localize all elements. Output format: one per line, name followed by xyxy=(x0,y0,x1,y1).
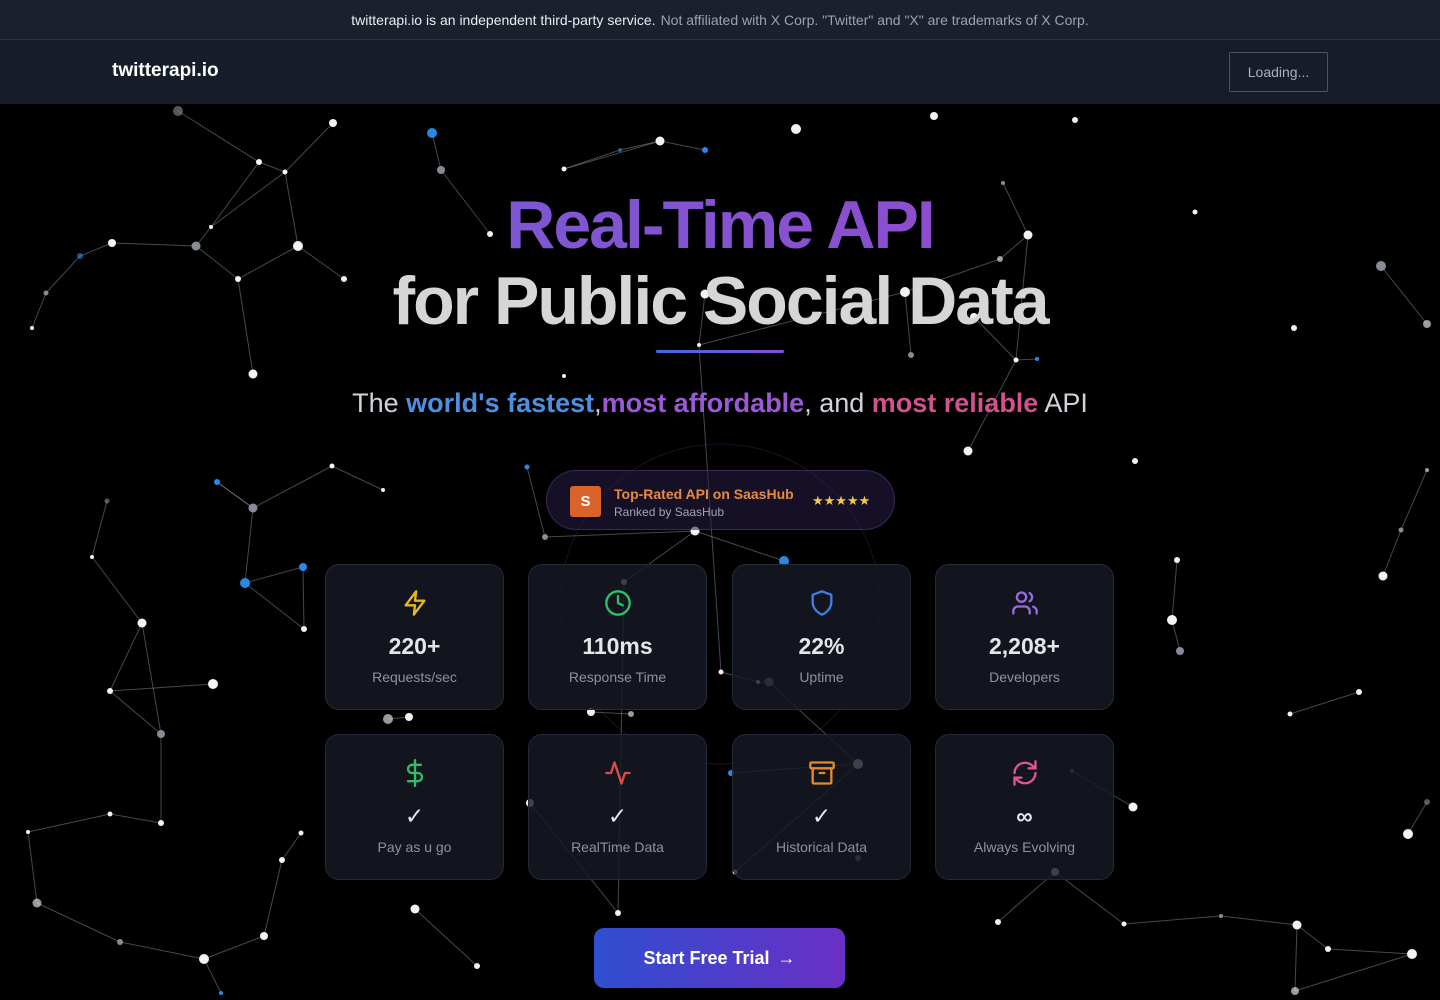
loading-button[interactable]: Loading... xyxy=(1229,52,1328,92)
stat-value: ✓ xyxy=(811,803,832,829)
tagline-fastest: world's fastest xyxy=(406,388,595,418)
stat-value: ✓ xyxy=(607,803,628,829)
cta-label: Start Free Trial xyxy=(643,947,770,968)
stat-label: RealTime Data xyxy=(571,839,664,855)
stat-label: Pay as u go xyxy=(377,839,452,855)
archive-icon xyxy=(733,759,910,789)
stat-card: ✓ Historical Data xyxy=(732,734,911,880)
stat-label: Uptime xyxy=(799,669,844,685)
brand-logo[interactable]: twitterapi.io xyxy=(112,60,219,82)
navbar: twitterapi.io Loading... xyxy=(0,40,1440,104)
tagline-reliable: most reliable xyxy=(871,388,1039,418)
hero-title-line1: Real-Time API xyxy=(0,186,1440,264)
start-free-trial-button[interactable]: Start Free Trial → xyxy=(594,928,845,988)
stat-label: Requests/sec xyxy=(372,669,457,685)
stat-card: ✓ Pay as u go xyxy=(325,734,504,880)
stat-card: ✓ RealTime Data xyxy=(528,734,707,880)
hero-tagline: The world's fastest,most affordable, and… xyxy=(0,388,1440,419)
tagline-prefix: The xyxy=(352,388,407,418)
disclaimer-banner: twitterapi.io is an independent third-pa… xyxy=(0,0,1440,40)
tagline-sep1: , xyxy=(594,388,602,418)
stat-value: ∞ xyxy=(1016,803,1033,829)
hero-title-line2: for Public Social Data xyxy=(392,263,1049,339)
saashub-logo: S xyxy=(570,486,601,517)
tagline-sep2: , and xyxy=(804,388,872,418)
stat-value: ✓ xyxy=(404,803,425,829)
stat-card: 2,208+ Developers xyxy=(935,564,1114,710)
stat-value: 2,208+ xyxy=(989,633,1060,659)
stat-card: 22% Uptime xyxy=(732,564,911,710)
stat-value: 22% xyxy=(798,633,845,659)
clock-icon xyxy=(529,589,706,619)
badge-title: Top-Rated API on SaasHub xyxy=(614,486,794,502)
stat-label: Developers xyxy=(989,669,1060,685)
tagline-affordable: most affordable xyxy=(601,388,805,418)
activity-icon xyxy=(529,759,706,789)
saashub-badge[interactable]: S Top-Rated API on SaasHub Ranked by Saa… xyxy=(546,470,895,530)
stat-card: 220+ Requests/sec xyxy=(325,564,504,710)
stat-label: Response Time xyxy=(568,669,667,685)
disclaimer-strong: twitterapi.io is an independent third-pa… xyxy=(351,11,656,28)
badge-subtitle: Ranked by SaasHub xyxy=(614,505,725,519)
title-underline xyxy=(656,350,784,353)
stat-label: Historical Data xyxy=(775,839,868,855)
dollar-icon xyxy=(326,759,503,789)
stat-label: Always Evolving xyxy=(973,839,1076,855)
stat-value: 220+ xyxy=(388,633,441,659)
disclaimer-muted: Not affiliated with X Corp. "Twitter" an… xyxy=(660,11,1089,28)
users-icon xyxy=(936,589,1113,619)
rating-stars: ★★★★★ xyxy=(812,493,871,508)
tagline-suffix: API xyxy=(1038,388,1088,418)
stat-card: 110ms Response Time xyxy=(528,564,707,710)
stat-card: ∞ Always Evolving xyxy=(935,734,1114,880)
lightning-icon xyxy=(326,589,503,619)
refresh-icon xyxy=(936,759,1113,789)
stat-value: 110ms xyxy=(582,633,653,659)
shield-icon xyxy=(733,589,910,619)
hero-section: Real-Time API for Public Social Data The… xyxy=(0,104,1440,1000)
arrow-right-icon: → xyxy=(777,947,796,968)
